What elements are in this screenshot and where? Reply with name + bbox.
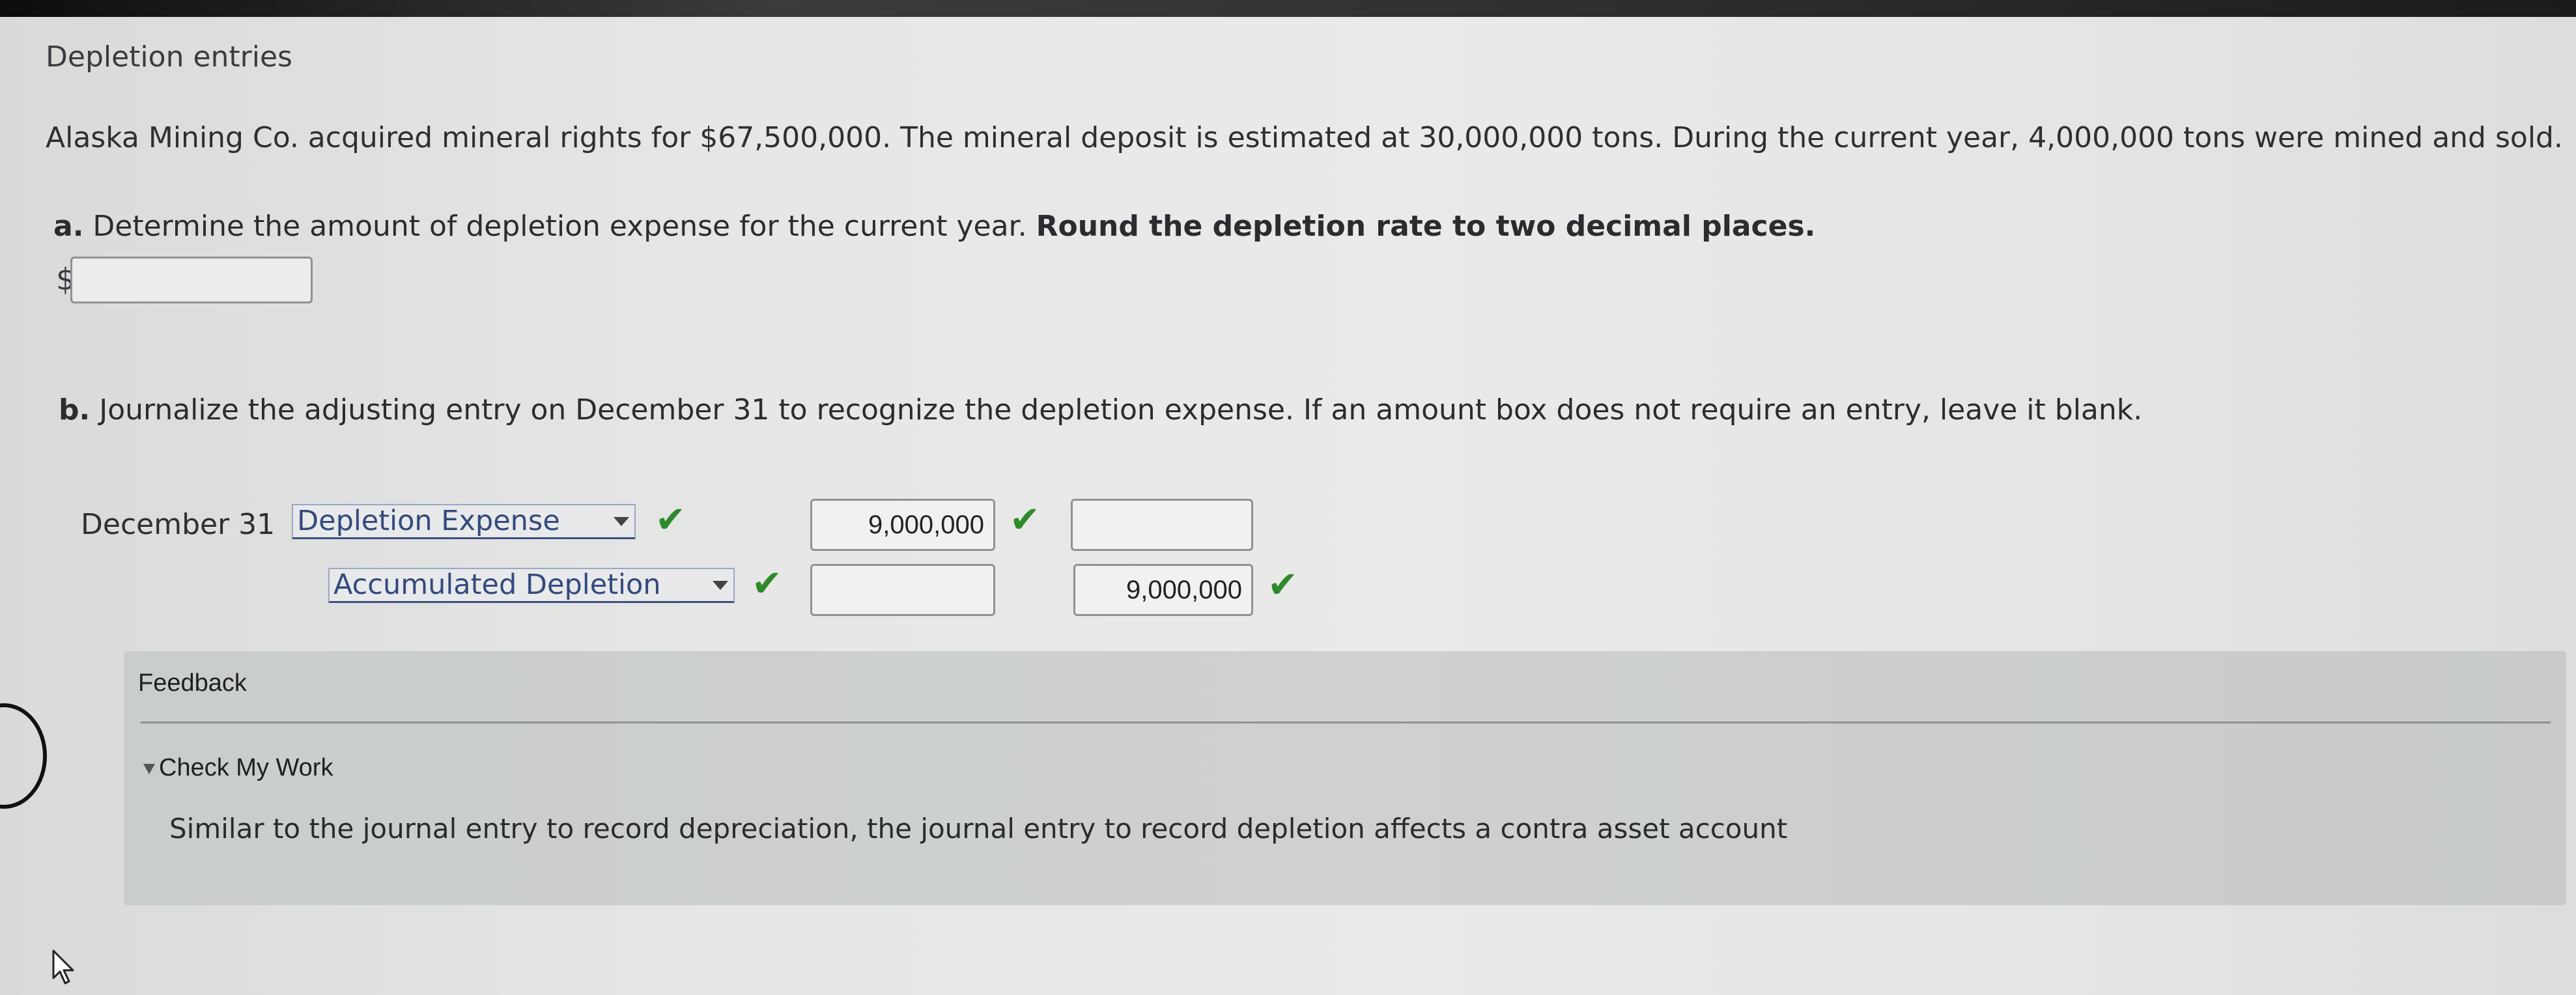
- section-title: Depletion entries: [46, 40, 292, 74]
- checkmark-icon: ✔: [1010, 499, 1040, 541]
- part-a-prompt: a. Determine the amount of depletion exp…: [53, 210, 1815, 243]
- part-a-text: Determine the amount of depletion expens…: [92, 210, 1027, 243]
- depletion-expense-input[interactable]: [70, 257, 313, 303]
- part-a-bold-instruction: Round the depletion rate to two decimal …: [1036, 210, 1816, 243]
- checkmark-icon: ✔: [1267, 564, 1298, 606]
- account-select-value: Accumulated Depletion: [333, 568, 661, 601]
- debit-input-row-2[interactable]: [810, 564, 995, 616]
- account-select-value: Depletion Expense: [297, 505, 560, 537]
- feedback-panel: Feedback Check My Work Similar to the jo…: [124, 651, 2566, 905]
- checkmark-icon: ✔: [752, 563, 782, 605]
- credit-input-row-1[interactable]: [1071, 499, 1253, 551]
- debit-input-row-1[interactable]: 9,000,000: [810, 499, 995, 551]
- check-my-work-toggle[interactable]: Check My Work: [143, 754, 333, 782]
- account-select-row-1[interactable]: Depletion Expense: [292, 504, 636, 539]
- account-select-row-2[interactable]: Accumulated Depletion: [328, 568, 735, 603]
- dropdown-caret-icon: [713, 581, 728, 590]
- feedback-divider: [141, 722, 2551, 723]
- part-b-prompt: b. Journalize the adjusting entry on Dec…: [59, 393, 2142, 427]
- feedback-title: Feedback: [138, 669, 247, 697]
- problem-text: Alaska Mining Co. acquired mineral right…: [46, 121, 2563, 154]
- collapse-triangle-icon: [143, 763, 155, 774]
- window-top-bar: [0, 0, 2576, 17]
- credit-input-row-2[interactable]: 9,000,000: [1073, 564, 1253, 616]
- part-b-letter: b.: [59, 393, 91, 427]
- checkmark-icon: ✔: [655, 499, 686, 541]
- part-b-text: Journalize the adjusting entry on Decemb…: [99, 393, 2143, 427]
- side-button-outline: [0, 703, 47, 809]
- check-my-work-label: Check My Work: [159, 754, 333, 781]
- journal-date: December 31: [81, 508, 276, 541]
- dropdown-caret-icon: [614, 517, 629, 526]
- mouse-cursor-icon: [52, 949, 74, 985]
- feedback-text: Similar to the journal entry to record d…: [169, 813, 1788, 845]
- part-a-letter: a.: [53, 210, 84, 243]
